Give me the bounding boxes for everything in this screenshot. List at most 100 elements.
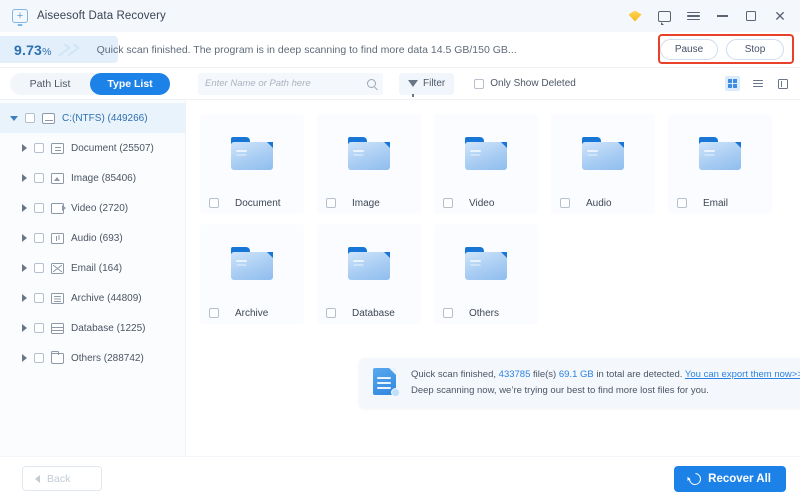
checkbox-icon[interactable] (474, 78, 485, 89)
checkbox-icon[interactable] (560, 198, 570, 208)
sidebar-item-video[interactable]: Video (2720) (0, 193, 185, 223)
chevron-right-icon[interactable] (22, 324, 27, 332)
card-label: Database (352, 307, 395, 319)
card-footer: Database (317, 302, 421, 324)
sidebar-item-image[interactable]: Image (85406) (0, 163, 185, 193)
document-icon (51, 142, 64, 154)
view-mode-group (725, 76, 790, 91)
file-type-card[interactable]: Database (317, 224, 421, 324)
card-thumbnail (200, 114, 304, 192)
file-type-card[interactable]: Email (668, 114, 772, 214)
tab-type-list[interactable]: Type List (90, 72, 170, 95)
toast-prefix: Quick scan finished, (411, 369, 499, 380)
checkbox-icon[interactable] (34, 233, 44, 243)
chevron-right-icon[interactable] (22, 144, 27, 152)
checkbox-icon[interactable] (209, 198, 219, 208)
list-mode-toggle: Path List Type List (10, 72, 170, 95)
sidebar-item-drive[interactable]: C:(NTFS) (449266) (0, 103, 185, 133)
chevron-right-icon[interactable] (22, 354, 27, 362)
file-type-card[interactable]: Audio (551, 114, 655, 214)
file-type-card[interactable]: Image (317, 114, 421, 214)
file-type-card[interactable]: Others (434, 224, 538, 324)
folder-icon (465, 136, 507, 170)
checkbox-icon[interactable] (326, 198, 336, 208)
checkbox-icon[interactable] (34, 143, 44, 153)
checkbox-icon[interactable] (34, 203, 44, 213)
tab-path-list[interactable]: Path List (10, 73, 90, 95)
sidebar-item-label: Archive (44809) (71, 292, 142, 304)
checkbox-icon[interactable] (34, 353, 44, 363)
checkbox-icon[interactable] (34, 173, 44, 183)
scan-notification-toast: Quick scan finished, 433785 file(s) 69.1… (359, 358, 800, 408)
chevron-right-icon[interactable] (22, 204, 27, 212)
card-thumbnail (551, 114, 655, 192)
card-label: Video (469, 197, 495, 209)
folder-icon (699, 136, 741, 170)
card-footer: Others (434, 302, 538, 324)
close-icon[interactable]: ✕ (772, 8, 788, 24)
list-view-icon[interactable] (750, 76, 765, 91)
file-type-card[interactable]: Document (200, 114, 304, 214)
checkbox-icon[interactable] (34, 293, 44, 303)
sidebar-item-audio[interactable]: Audio (693) (0, 223, 185, 253)
chevron-right-icon[interactable] (22, 294, 27, 302)
pause-button[interactable]: Pause (660, 39, 718, 60)
chevron-right-icon[interactable] (22, 264, 27, 272)
scan-status-message: Quick scan finished. The program is in d… (96, 43, 517, 56)
scan-percent-unit: % (42, 45, 52, 58)
toast-text: Quick scan finished, 433785 file(s) 69.1… (411, 367, 800, 399)
checkbox-icon[interactable] (209, 308, 219, 318)
folder-icon (465, 246, 507, 280)
card-label: Image (352, 197, 380, 209)
body: C:(NTFS) (449266) Document (25507) Image… (0, 100, 800, 456)
sidebar-item-document[interactable]: Document (25507) (0, 133, 185, 163)
checkbox-icon[interactable] (443, 308, 453, 318)
chevron-right-icon[interactable] (22, 234, 27, 242)
checkbox-icon[interactable] (443, 198, 453, 208)
folder-icon (348, 246, 390, 280)
sidebar-item-label: Others (288742) (71, 352, 144, 364)
sidebar-item-others[interactable]: Others (288742) (0, 343, 185, 373)
app-title: Aiseesoft Data Recovery (37, 10, 166, 22)
sidebar-item-archive[interactable]: Archive (44809) (0, 283, 185, 313)
recover-all-button[interactable]: Recover All (674, 465, 786, 492)
card-grid: Document Image Video Audio Email Archive… (200, 114, 800, 324)
audio-icon (51, 232, 64, 244)
file-type-card[interactable]: Archive (200, 224, 304, 324)
sidebar-item-email[interactable]: Email (164) (0, 253, 185, 283)
scan-actions: Pause Stop (656, 36, 788, 63)
checkbox-icon[interactable] (25, 113, 35, 123)
filter-button[interactable]: Filter (399, 72, 455, 97)
chevron-down-icon[interactable] (10, 115, 18, 121)
checkbox-icon[interactable] (326, 308, 336, 318)
search-box[interactable] (198, 72, 383, 95)
file-type-card[interactable]: Video (434, 114, 538, 214)
checkbox-icon[interactable] (34, 323, 44, 333)
menu-icon[interactable] (685, 8, 701, 24)
sidebar-item-database[interactable]: Database (1225) (0, 313, 185, 343)
minimize-icon[interactable] (714, 8, 730, 24)
card-label: Audio (586, 197, 612, 209)
toast-line-1: Quick scan finished, 433785 file(s) 69.1… (411, 367, 800, 383)
back-button[interactable]: Back (22, 466, 102, 491)
gem-icon[interactable] (627, 8, 643, 24)
grid-view-icon[interactable] (725, 76, 740, 91)
chevron-arrows-icon (53, 43, 80, 57)
card-label: Archive (235, 307, 269, 319)
card-footer: Video (434, 192, 538, 214)
maximize-icon[interactable] (743, 8, 759, 24)
checkbox-icon[interactable] (34, 263, 44, 273)
export-link[interactable]: You can export them now>> (685, 369, 800, 380)
sidebar-item-label: Email (164) (71, 262, 123, 274)
detail-view-icon[interactable] (775, 76, 790, 91)
feedback-icon[interactable] (656, 8, 672, 25)
search-input[interactable] (205, 78, 367, 89)
stop-button[interactable]: Stop (726, 39, 784, 60)
card-label: Document (235, 197, 281, 209)
card-thumbnail (434, 224, 538, 302)
search-icon[interactable] (367, 79, 376, 88)
chevron-right-icon[interactable] (22, 174, 27, 182)
only-show-deleted-checkbox[interactable]: Only Show Deleted (474, 78, 576, 89)
toast-suffix: in total are detected. (593, 369, 685, 380)
checkbox-icon[interactable] (677, 198, 687, 208)
